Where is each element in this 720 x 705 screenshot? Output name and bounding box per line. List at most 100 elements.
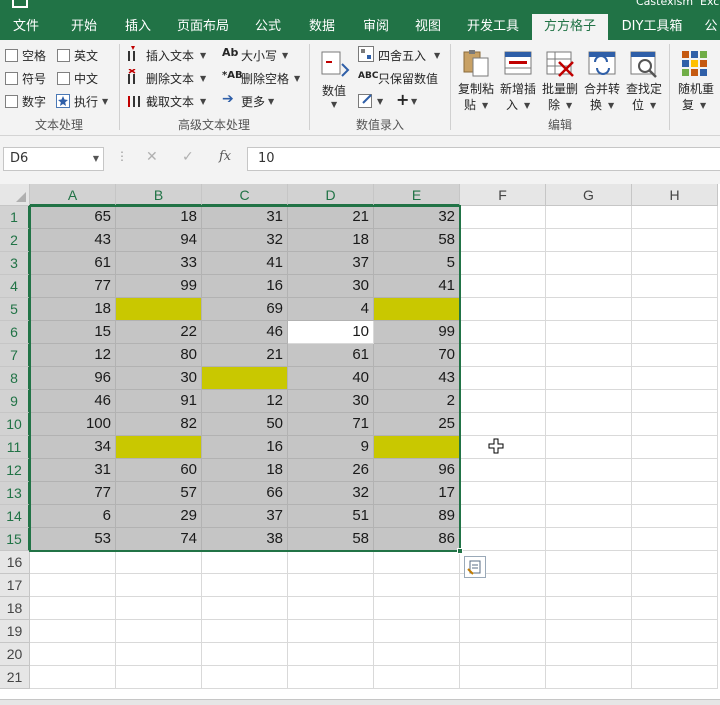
cell-h4[interactable] [632, 275, 718, 298]
cell-a8[interactable]: 96 [30, 367, 116, 390]
cell-b10[interactable]: 82 [116, 413, 202, 436]
cell-g11[interactable] [546, 436, 632, 459]
cell-g18[interactable] [546, 597, 632, 620]
cell-c20[interactable] [202, 643, 288, 666]
cell-h18[interactable] [632, 597, 718, 620]
cell-d14[interactable]: 51 [288, 505, 374, 528]
cell-c19[interactable] [202, 620, 288, 643]
case-button[interactable]: Ab 大小写 ▼ [222, 46, 292, 64]
cell-e17[interactable] [374, 574, 460, 597]
cell-f10[interactable] [460, 413, 546, 436]
cell-b16[interactable] [116, 551, 202, 574]
find-locate-button[interactable]: 查找定 位 ▼ [624, 46, 664, 112]
cell-g1[interactable] [546, 206, 632, 229]
cell-g10[interactable] [546, 413, 632, 436]
cell-e18[interactable] [374, 597, 460, 620]
cell-b21[interactable] [116, 666, 202, 689]
cell-a5[interactable]: 18 [30, 298, 116, 321]
column-header-d[interactable]: D [288, 184, 374, 206]
cell-f18[interactable] [460, 597, 546, 620]
row-header-20[interactable]: 20 [0, 643, 30, 666]
cell-c17[interactable] [202, 574, 288, 597]
cell-g4[interactable] [546, 275, 632, 298]
cell-f5[interactable] [460, 298, 546, 321]
checkbox-symbol[interactable] [5, 72, 18, 85]
tab-insert[interactable]: 插入 [114, 14, 162, 40]
cell-a12[interactable]: 31 [30, 459, 116, 482]
cell-c12[interactable]: 18 [202, 459, 288, 482]
cell-e9[interactable]: 2 [374, 390, 460, 413]
cell-b12[interactable]: 60 [116, 459, 202, 482]
cell-a19[interactable] [30, 620, 116, 643]
select-all-button[interactable] [0, 184, 30, 206]
formula-input[interactable]: 10 [247, 147, 720, 171]
cell-a4[interactable]: 77 [30, 275, 116, 298]
tab-review[interactable]: 审阅 [352, 14, 400, 40]
cell-c8[interactable] [202, 367, 288, 390]
cell-d9[interactable]: 30 [288, 390, 374, 413]
cell-f4[interactable] [460, 275, 546, 298]
row-header-18[interactable]: 18 [0, 597, 30, 620]
cell-d19[interactable] [288, 620, 374, 643]
row-header-13[interactable]: 13 [0, 482, 30, 505]
name-box[interactable]: D6 ▼ [3, 147, 104, 171]
cell-h16[interactable] [632, 551, 718, 574]
delete-text-button[interactable]: 删除文本 ▼ [126, 69, 210, 87]
chevron-down-icon[interactable]: ▼ [93, 148, 99, 170]
tab-diy-toolbox[interactable]: DIY工具箱 [614, 14, 690, 40]
cell-a13[interactable]: 77 [30, 482, 116, 505]
column-header-g[interactable]: G [546, 184, 632, 206]
cell-e16[interactable] [374, 551, 460, 574]
row-header-14[interactable]: 14 [0, 505, 30, 528]
cell-d18[interactable] [288, 597, 374, 620]
insert-function-icon[interactable]: fx [219, 149, 231, 164]
cell-d11[interactable]: 9 [288, 436, 374, 459]
cell-h5[interactable] [632, 298, 718, 321]
cell-h14[interactable] [632, 505, 718, 528]
checkbox-space[interactable] [5, 49, 18, 62]
row-header-7[interactable]: 7 [0, 344, 30, 367]
copy-paste-button[interactable]: 复制粘 贴 ▼ [456, 46, 496, 112]
cell-e21[interactable] [374, 666, 460, 689]
tab-page-layout[interactable]: 页面布局 [168, 14, 238, 40]
random-repeat-button[interactable]: 随机重 复 ▼ [674, 46, 718, 112]
cell-c14[interactable]: 37 [202, 505, 288, 528]
cell-f6[interactable] [460, 321, 546, 344]
cell-a20[interactable] [30, 643, 116, 666]
cell-g9[interactable] [546, 390, 632, 413]
cell-a10[interactable]: 100 [30, 413, 116, 436]
cell-b14[interactable]: 29 [116, 505, 202, 528]
cell-d1[interactable]: 21 [288, 206, 374, 229]
cell-e12[interactable]: 96 [374, 459, 460, 482]
numeric-button[interactable]: 数值 ▼ [316, 46, 354, 112]
cell-e3[interactable]: 5 [374, 252, 460, 275]
cell-c10[interactable]: 50 [202, 413, 288, 436]
row-header-19[interactable]: 19 [0, 620, 30, 643]
cell-f14[interactable] [460, 505, 546, 528]
cell-b2[interactable]: 94 [116, 229, 202, 252]
cell-b13[interactable]: 57 [116, 482, 202, 505]
cell-b20[interactable] [116, 643, 202, 666]
cell-g13[interactable] [546, 482, 632, 505]
cell-g21[interactable] [546, 666, 632, 689]
tab-view[interactable]: 视图 [404, 14, 452, 40]
cell-f1[interactable] [460, 206, 546, 229]
cell-d3[interactable]: 37 [288, 252, 374, 275]
cell-h3[interactable] [632, 252, 718, 275]
row-header-15[interactable]: 15 [0, 528, 30, 551]
row-header-11[interactable]: 11 [0, 436, 30, 459]
cancel-icon[interactable]: ✕ [146, 149, 158, 165]
cell-d5[interactable]: 4 [288, 298, 374, 321]
cell-a18[interactable] [30, 597, 116, 620]
row-header-4[interactable]: 4 [0, 275, 30, 298]
cell-b1[interactable]: 18 [116, 206, 202, 229]
cell-g15[interactable] [546, 528, 632, 551]
cell-g14[interactable] [546, 505, 632, 528]
cell-d2[interactable]: 18 [288, 229, 374, 252]
row-header-2[interactable]: 2 [0, 229, 30, 252]
cell-c7[interactable]: 21 [202, 344, 288, 367]
cell-c6[interactable]: 46 [202, 321, 288, 344]
row-header-12[interactable]: 12 [0, 459, 30, 482]
column-header-c[interactable]: C [202, 184, 288, 206]
tab-fangfang[interactable]: 方方格子 [532, 14, 608, 40]
